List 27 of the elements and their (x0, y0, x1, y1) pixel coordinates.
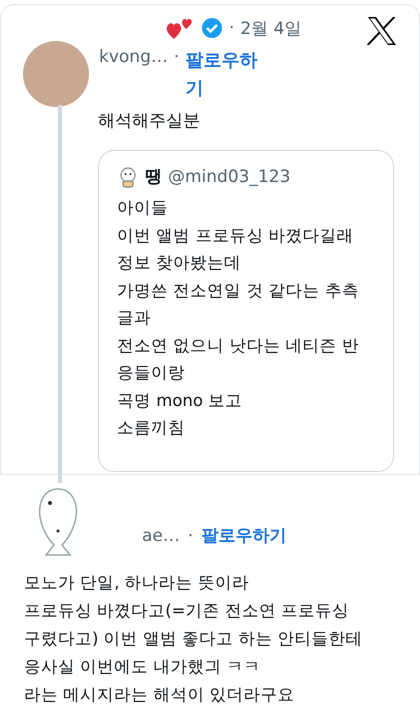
quoted-author-handle: @mind03_123 (168, 166, 290, 186)
post-text-line: 라는 메시지라는 해석이 있더라구요 (24, 684, 296, 706)
quoted-text-line: 소름끼침 (117, 417, 186, 439)
quoted-text-line: 정보 찾아봤는데 (117, 252, 242, 274)
separator-dot: · (174, 47, 180, 67)
quoted-text-line: 이번 앨범 프로듀싱 바꼈다길래 (117, 224, 355, 246)
quoted-text-line: 전소연 없으니 낫다는 네티즌 반 (117, 334, 360, 356)
quoted-text-line: 글과 (117, 307, 152, 329)
post-text-line: 프로듀싱 바꼈다고(=기존 전소연 프로듀싱 (24, 600, 350, 622)
verified-badge-icon (201, 17, 223, 39)
quoted-text-line: 곡명 mono 보고 (117, 390, 244, 412)
follow-link[interactable]: 팔로우하기 (201, 524, 286, 547)
post-text-line: 구렸다고) 이번 앨범 좋다고 하는 안티들한테 (24, 628, 364, 650)
separator-dot: · (188, 526, 194, 546)
post-date: 2월 4일 (240, 18, 302, 40)
user-handle: kvong… (99, 47, 168, 67)
quoted-text-line: 아이들 (117, 197, 169, 219)
post-text-line: 응사실 이번에도 내가했긔 ㅋㅋ (24, 656, 262, 678)
x-logo-icon[interactable] (367, 17, 397, 45)
separator-dot: · (229, 18, 234, 38)
quoted-text-line: 가명쓴 전소연일 것 같다는 추측 (117, 280, 360, 302)
user-handle: ae… (142, 526, 180, 546)
post-text: 해석해주실분 (98, 110, 201, 132)
quoted-text-line: 응들이랑 (117, 362, 186, 384)
post-text-line: 모노가 단일, 하나라는 뜻이라 (24, 572, 250, 594)
follow-link[interactable]: 팔로우하기 (185, 47, 262, 103)
quoted-author-name: 땡 (145, 166, 162, 188)
